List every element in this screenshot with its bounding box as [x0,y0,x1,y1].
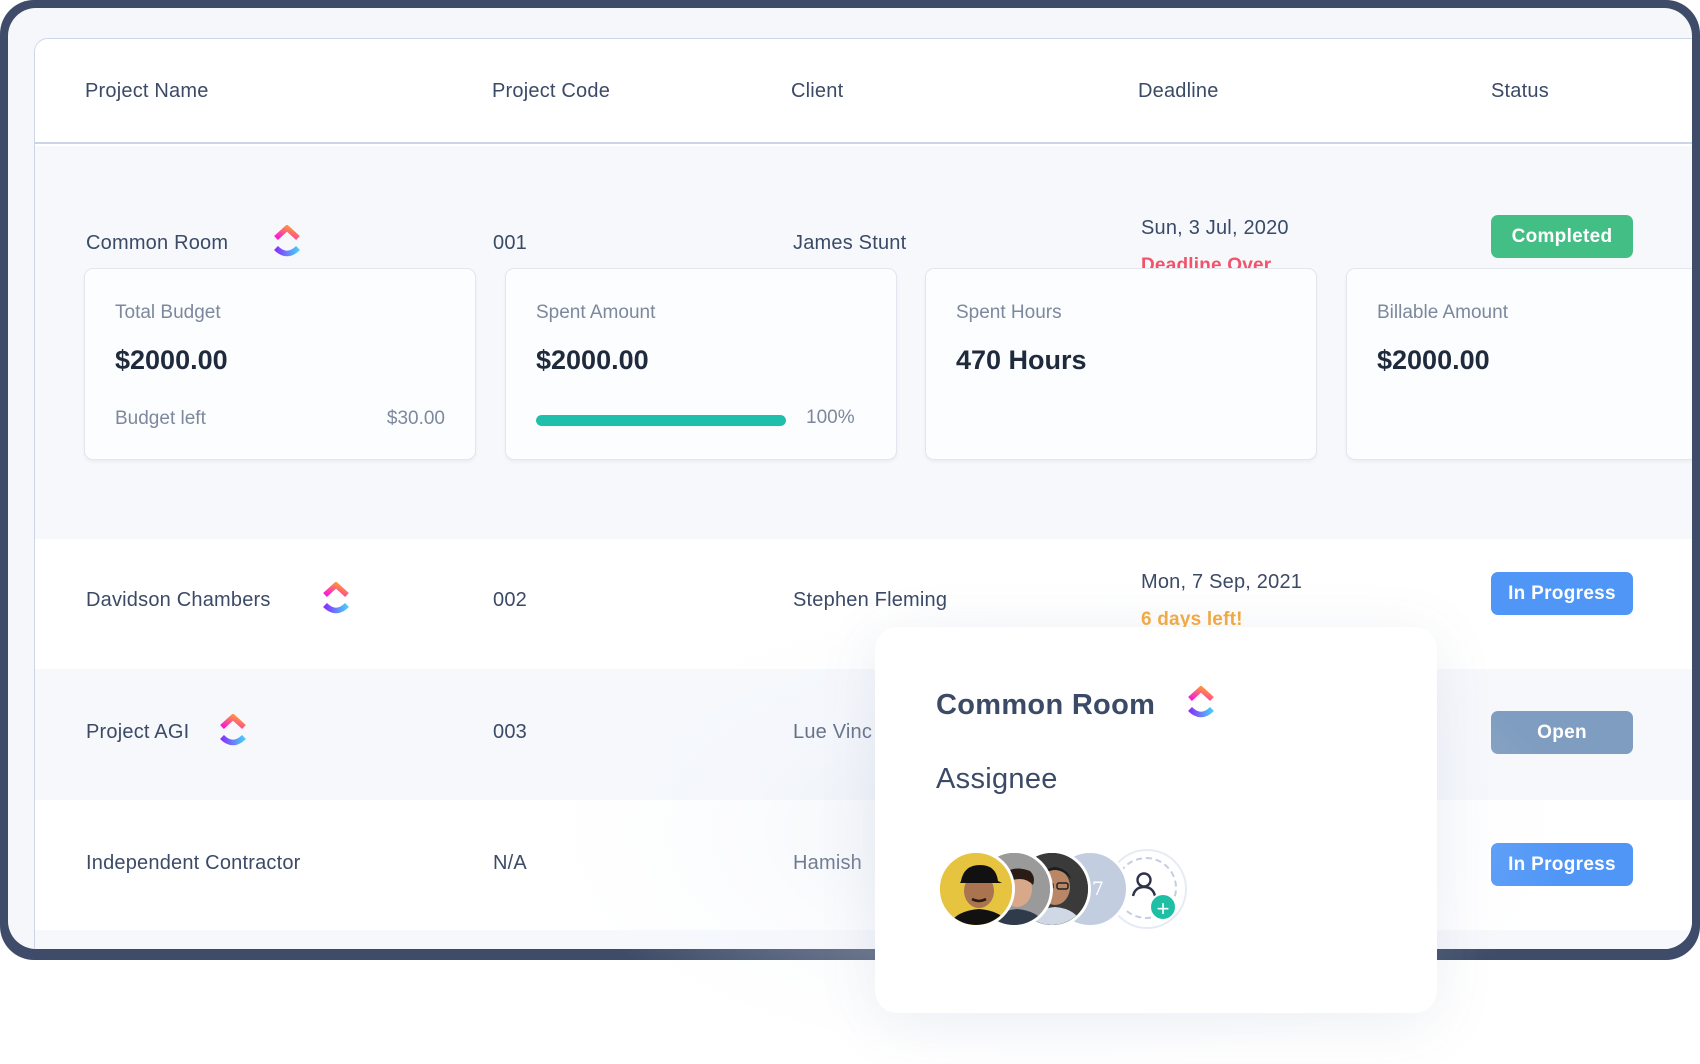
project-name[interactable]: Davidson Chambers [86,589,271,612]
clickup-logo-icon [220,714,246,746]
project-code: 003 [493,721,527,743]
header-deadline[interactable]: Deadline [1138,80,1219,103]
spent-hours-label: Spent Hours [956,302,1062,323]
spent-progress-percent: 100% [806,407,855,428]
status-badge-in-progress[interactable]: In Progress [1491,843,1633,886]
device-frame: Project Name Project Code Client Deadlin… [0,0,1700,960]
projects-table: Project Name Project Code Client Deadlin… [34,38,1692,949]
total-budget-value: $2000.00 [115,345,228,375]
spent-amount-label: Spent Amount [536,302,656,323]
avatar[interactable] [937,850,1015,928]
spent-hours-card: Spent Hours 470 Hours [925,268,1317,460]
spent-progress-fill [536,415,786,426]
total-budget-card: Total Budget $2000.00 Budget left $30.00 [84,268,476,460]
header-status[interactable]: Status [1491,80,1549,103]
client-name: Hamish [793,852,862,874]
table-row[interactable]: Davidson Chambers 002 Stephen Fleming Mo… [35,539,1692,669]
app-viewport: Project Name Project Code Client Deadlin… [8,8,1692,949]
table-header: Project Name Project Code Client Deadlin… [35,39,1692,144]
billable-amount-card: Billable Amount $2000.00 [1346,268,1692,460]
deadline-date-text: Mon, 7 Sep, 2021 [1141,571,1303,593]
clickup-logo-icon [1188,686,1214,718]
billable-amount-value: $2000.00 [1377,345,1490,375]
plus-icon: + [1149,893,1177,921]
project-name[interactable]: Project AGI [86,721,189,744]
header-project-code[interactable]: Project Code [492,80,610,103]
assignee-popup: Common Room Assignee + +7 [875,627,1437,1013]
total-budget-label: Total Budget [115,302,221,323]
popup-project-title: Common Room [936,689,1156,721]
budget-left-label: Budget left [115,408,206,429]
project-name[interactable]: Common Room [86,232,228,255]
billable-amount-label: Billable Amount [1377,302,1508,323]
table-row[interactable]: Project AGI 003 Lue Vinc Open [35,669,1692,800]
client-name: Stephen Fleming [793,589,948,611]
table-row-partial [35,930,1692,949]
spent-hours-value: 470 Hours [956,345,1087,375]
clickup-logo-icon [274,225,300,257]
spent-amount-card: Spent Amount $2000.00 100% [505,268,897,460]
assignee-avatar-group: + +7 [937,849,1237,930]
client-name: Lue Vinc [793,721,873,743]
header-client[interactable]: Client [791,80,843,103]
status-badge-in-progress[interactable]: In Progress [1491,572,1633,615]
spent-amount-value: $2000.00 [536,345,649,375]
assignee-heading: Assignee [936,763,1058,795]
budget-left-value: $30.00 [386,408,445,429]
table-row[interactable]: Independent Contractor N/A Hamish In Pro… [35,800,1692,930]
status-badge-open[interactable]: Open [1491,711,1633,754]
project-code: N/A [493,852,527,874]
deadline-date-text: Sun, 3 Jul, 2020 [1141,217,1289,239]
deadline-date: Mon, 7 Sep, 2021 6 days left! [1141,571,1302,631]
user-icon [1131,872,1157,897]
header-project-name[interactable]: Project Name [85,80,209,103]
project-code: 002 [493,589,527,611]
project-name[interactable]: Independent Contractor [86,852,301,875]
client-name: James Stunt [793,232,907,254]
clickup-logo-icon [323,582,349,614]
table-row-expanded[interactable]: Common Room 001 James Stunt Sun, 3 Jul, … [35,146,1692,539]
spent-progress-bar [536,415,786,426]
project-code: 001 [493,232,527,254]
status-badge-completed[interactable]: Completed [1491,215,1633,258]
